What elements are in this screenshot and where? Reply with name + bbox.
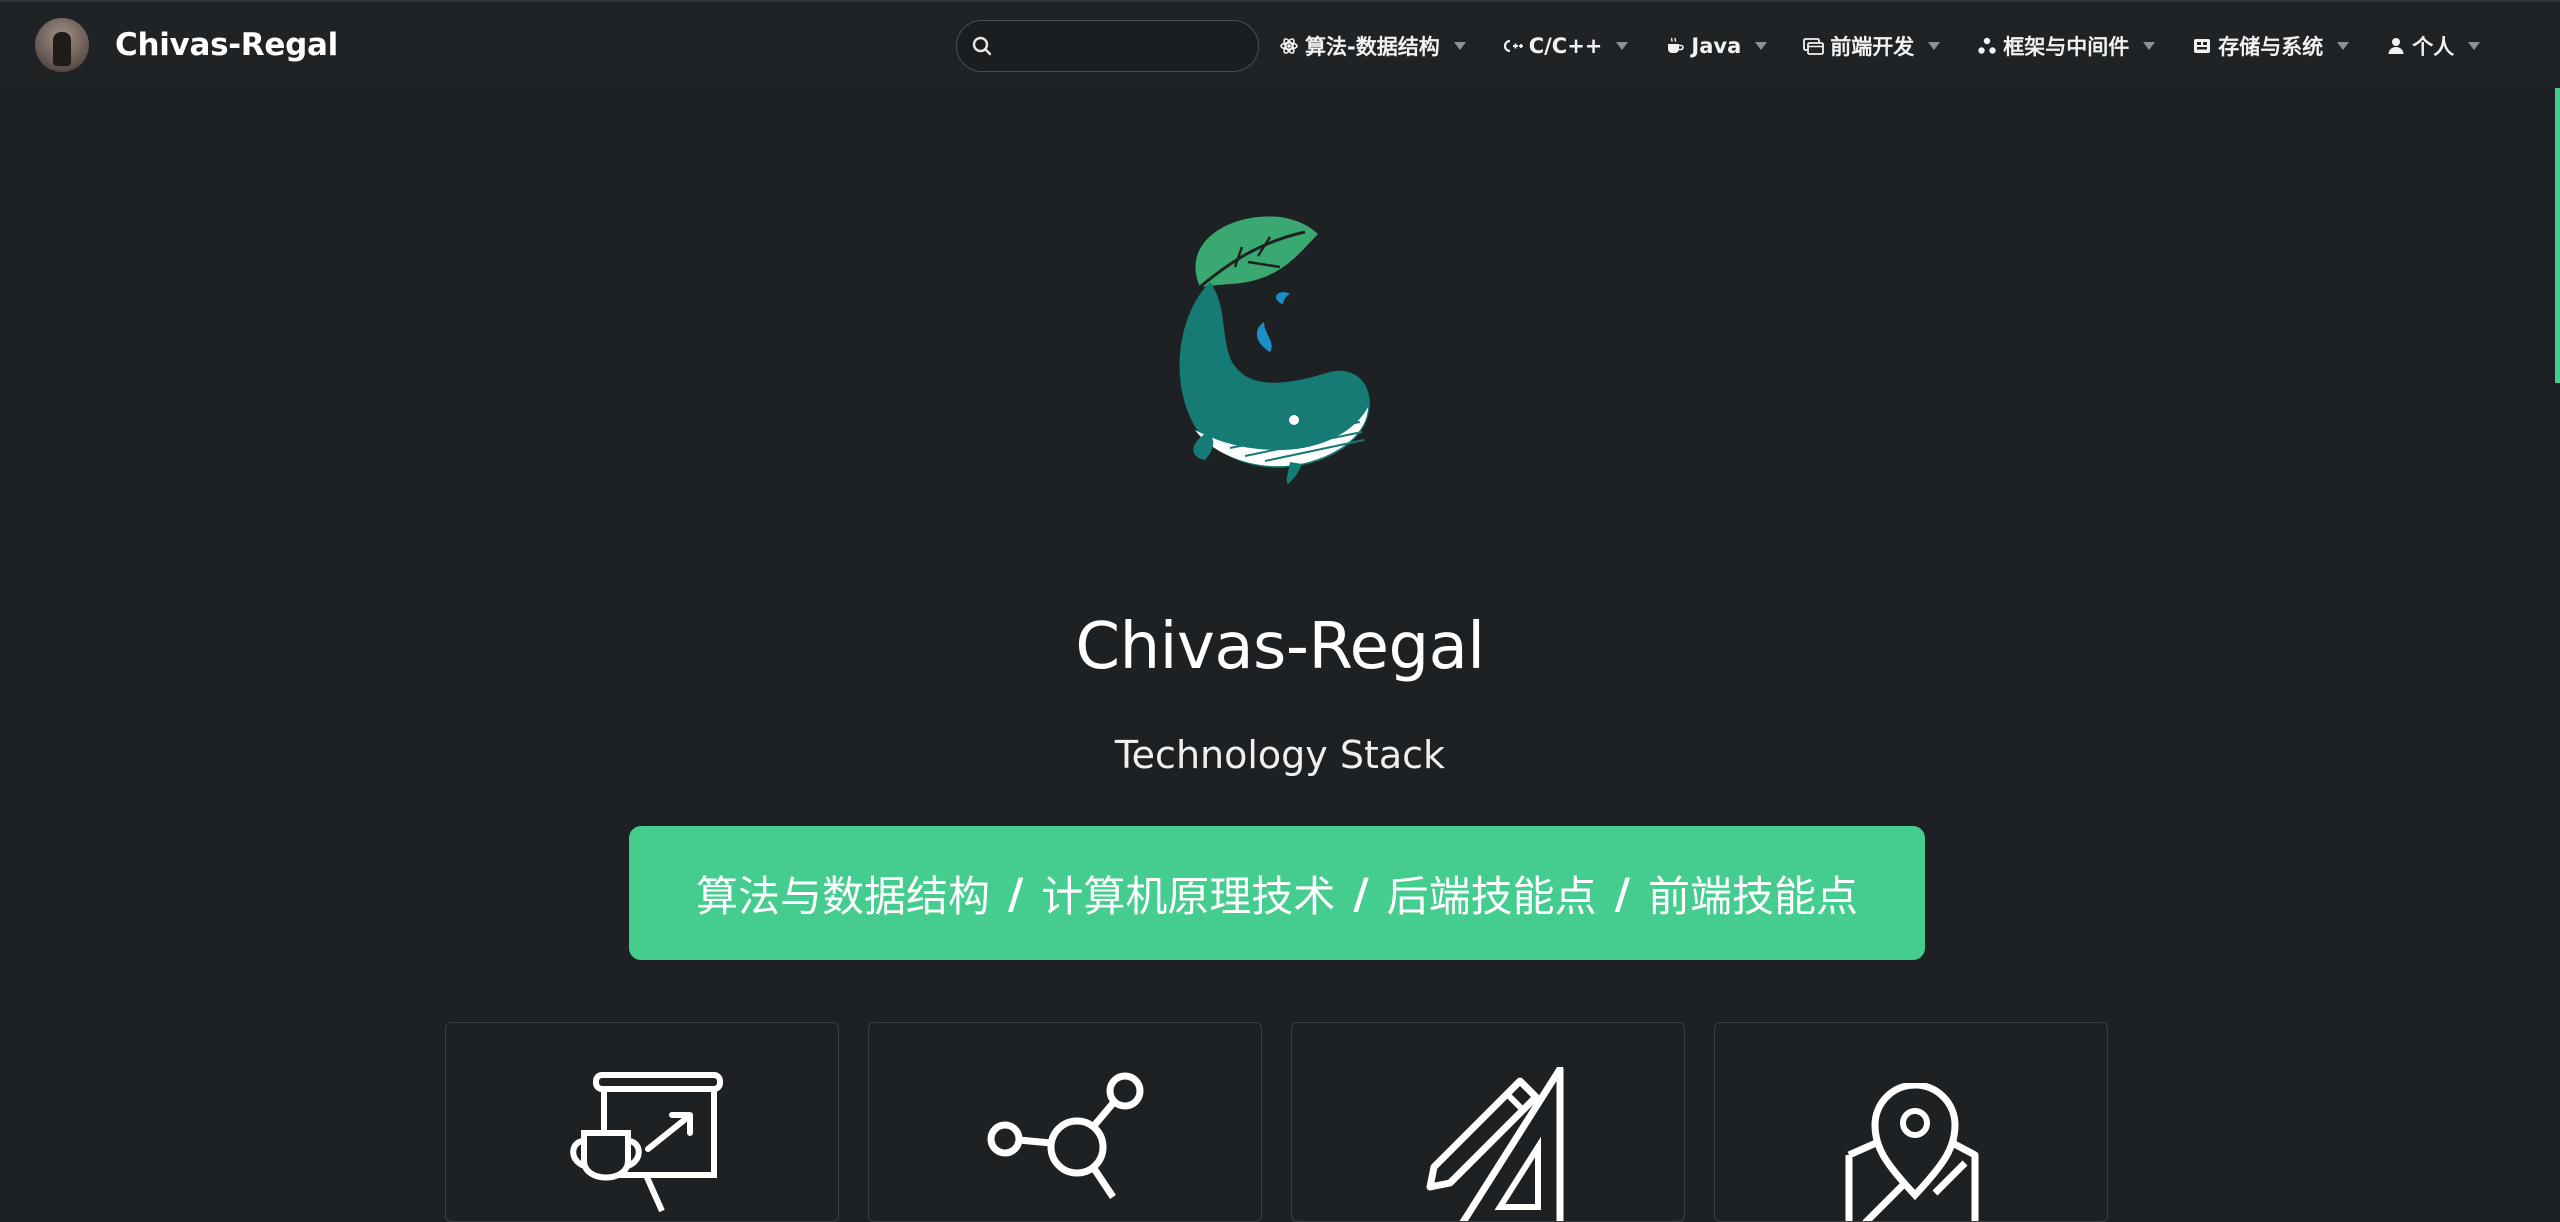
- chevron-down-icon: [1755, 42, 1768, 50]
- whale-leaf-logo: [1170, 212, 1385, 487]
- hero-title: Chivas-Regal: [1075, 610, 1485, 684]
- feature-card-1[interactable]: [445, 1022, 839, 1222]
- nav-item-algorithms[interactable]: 算法-数据结构: [1278, 2, 1466, 90]
- hero-subtitle: Technology Stack: [1114, 733, 1446, 777]
- window-icon: [1803, 35, 1825, 57]
- search-box[interactable]: [956, 20, 1259, 72]
- hierarchy-icon: [1976, 35, 1998, 57]
- nav-item-java[interactable]: Java: [1664, 2, 1768, 90]
- chevron-down-icon: [1453, 42, 1466, 50]
- share-nodes-icon: [987, 1072, 1144, 1199]
- topics-banner[interactable]: 算法与数据结构 / 计算机原理技术 / 后端技能点 / 前端技能点: [629, 826, 1925, 960]
- banner-item-backend[interactable]: 后端技能点: [1387, 863, 1597, 924]
- banner-item-frontend[interactable]: 前端技能点: [1648, 863, 1858, 924]
- main-nav: 算法-数据结构 C/C++ Java 前端开发 框架与中间件 存储与系统 个人: [1278, 2, 2481, 90]
- search-input[interactable]: [1003, 34, 1243, 58]
- cpp-icon: [1502, 35, 1524, 57]
- storage-icon: [2191, 35, 2213, 57]
- feature-card-4[interactable]: [1714, 1022, 2108, 1222]
- nav-item-cpp[interactable]: C/C++: [1502, 2, 1629, 90]
- chevron-down-icon: [2337, 42, 2350, 50]
- nav-label: 框架与中间件: [2003, 35, 2130, 59]
- chevron-down-icon: [1616, 42, 1629, 50]
- scrollbar-thumb[interactable]: [2555, 88, 2560, 383]
- brand-name: Chivas-Regal: [115, 27, 338, 63]
- banner-separator: /: [1353, 868, 1369, 918]
- user-icon: [2385, 35, 2407, 57]
- banner-item-algorithms[interactable]: 算法与数据结构: [696, 863, 990, 924]
- map-pin-icon: [1845, 1083, 1979, 1221]
- nav-label: C/C++: [1528, 34, 1603, 58]
- nav-item-frontend[interactable]: 前端开发: [1803, 2, 1941, 90]
- presentation-trophy-icon: [570, 1072, 723, 1213]
- nav-item-frameworks[interactable]: 框架与中间件: [1976, 2, 2156, 90]
- nav-label: Java: [1691, 34, 1742, 58]
- chevron-down-icon: [1928, 42, 1941, 50]
- avatar: [35, 18, 89, 72]
- banner-separator: /: [1007, 868, 1024, 918]
- brand-link[interactable]: Chivas-Regal: [35, 18, 338, 72]
- atom-icon: [1278, 35, 1300, 57]
- banner-separator: /: [1614, 868, 1631, 918]
- search-icon: [972, 36, 992, 56]
- feature-card-3[interactable]: [1291, 1022, 1685, 1222]
- banner-item-computer-principles[interactable]: 计算机原理技术: [1041, 863, 1335, 924]
- top-navbar: Chivas-Regal 算法-数据结构 C/C++ Java 前端开发 框架与…: [0, 0, 2560, 88]
- feature-card-2[interactable]: [868, 1022, 1262, 1222]
- nav-label: 算法-数据结构: [1305, 35, 1440, 59]
- chevron-down-icon: [2468, 42, 2481, 50]
- pencil-ruler-icon: [1426, 1067, 1564, 1221]
- coffee-cup-icon: [1664, 35, 1686, 57]
- nav-item-personal[interactable]: 个人: [2385, 2, 2481, 90]
- nav-label: 个人: [2412, 35, 2455, 59]
- nav-label: 存储与系统: [2218, 35, 2324, 59]
- chevron-down-icon: [2143, 42, 2156, 50]
- nav-label: 前端开发: [1830, 35, 1915, 59]
- nav-item-storage[interactable]: 存储与系统: [2191, 2, 2350, 90]
